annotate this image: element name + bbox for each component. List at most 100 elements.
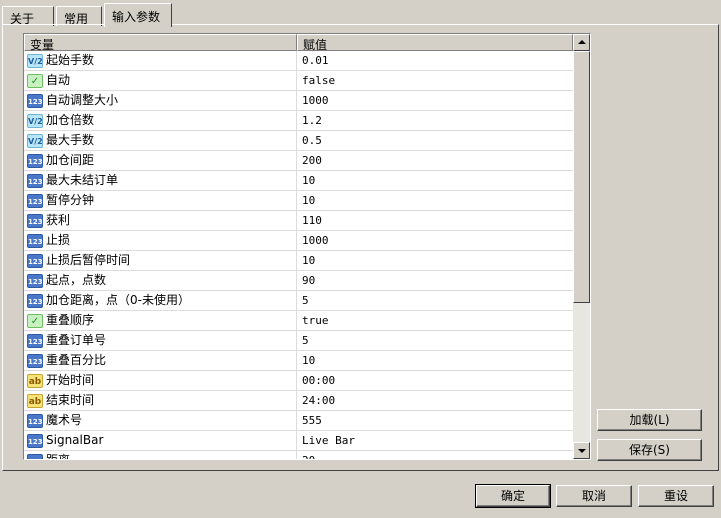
parameters-list[interactable]: 变量 赋值 V/2 起始手数 0.01 ✓ 自动 false 123 自动调整大小 1000 V/… [23,33,591,460]
table-row[interactable]: 123 加仓距离，点（0-未使用） 5 [24,291,573,311]
variable-cell[interactable]: ✓ 重叠顺序 [24,311,297,330]
value-cell[interactable]: 0.5 [297,131,573,150]
value-cell[interactable]: 24:00 [297,391,573,410]
variable-cell[interactable]: 123 重叠百分比 [24,351,297,370]
variable-cell[interactable]: 123 起点，点数 [24,271,297,290]
value-cell[interactable]: 10 [297,251,573,270]
str-type-icon: ab [27,393,43,408]
column-header-variable[interactable]: 变量 [24,34,297,52]
value-cell[interactable]: 110 [297,211,573,230]
value-cell[interactable]: 1000 [297,231,573,250]
bool-type-icon: ✓ [27,313,43,328]
inputs-panel: 变量 赋值 V/2 起始手数 0.01 ✓ 自动 false 123 自动调整大小 1000 V/… [2,24,719,471]
ok-button[interactable]: 确定 [475,484,551,508]
value-cell[interactable]: 10 [297,351,573,370]
value-cell[interactable]: true [297,311,573,330]
value-cell[interactable]: 00:00 [297,371,573,390]
cancel-button[interactable]: 取消 [556,485,632,507]
table-row[interactable]: ab 结束时间 24:00 [24,391,573,411]
table-row[interactable]: 123 止损后暂停时间 10 [24,251,573,271]
int-type-icon: 123 [27,433,43,448]
table-row[interactable]: 123 魔术号 555 [24,411,573,431]
column-header-value[interactable]: 赋值 [297,34,573,52]
tab-common[interactable]: 常用 [56,6,102,26]
variable-cell[interactable]: 123 魔术号 [24,411,297,430]
int-type-icon: 123 [27,213,43,228]
table-row[interactable]: ✓ 自动 false [24,71,573,91]
variable-cell[interactable]: V/2 最大手数 [24,131,297,150]
value-cell[interactable]: 10 [297,171,573,190]
table-row[interactable]: V/2 加仓倍数 1.2 [24,111,573,131]
table-row[interactable]: 123距离20 [24,451,573,460]
variable-cell[interactable]: 123 重叠订单号 [24,331,297,350]
table-row[interactable]: 123 暂停分钟 10 [24,191,573,211]
variable-cell[interactable]: ✓ 自动 [24,71,297,90]
bool-type-icon: ✓ [27,73,43,88]
table-row[interactable]: 123 最大未结订单 10 [24,171,573,191]
table-row[interactable]: 123 止损 1000 [24,231,573,251]
variable-cell[interactable]: 123距离 [24,451,297,460]
table-row[interactable]: ✓ 重叠顺序 true [24,311,573,331]
value-cell[interactable]: 0.01 [297,51,573,70]
load-button[interactable]: 加载(L) [597,409,702,431]
table-row[interactable]: ab 开始时间 00:00 [24,371,573,391]
variable-cell[interactable]: 123 加仓距离，点（0-未使用） [24,291,297,310]
variable-name: 暂停分钟 [46,193,95,207]
variable-cell[interactable]: ab 开始时间 [24,371,297,390]
scroll-up-button[interactable] [573,34,590,51]
variable-name: 重叠百分比 [46,353,107,367]
variable-name: 重叠顺序 [46,313,95,327]
tab-about[interactable]: 关于 [2,6,54,26]
reset-button[interactable]: 重设 [638,485,714,507]
table-row[interactable]: 123 SignalBar Live Bar [24,431,573,451]
value-cell[interactable]: 555 [297,411,573,430]
table-row[interactable]: 123 起点，点数 90 [24,271,573,291]
scroll-down-button[interactable] [573,442,590,459]
variable-cell[interactable]: 123 SignalBar [24,431,297,450]
scroll-thumb[interactable] [573,51,590,303]
table-row[interactable]: 123 重叠百分比 10 [24,351,573,371]
table-row[interactable]: V/2 起始手数 0.01 [24,51,573,71]
variable-name: 自动 [46,73,71,87]
variable-cell[interactable]: ab 结束时间 [24,391,297,410]
variable-cell[interactable]: 123 自动调整大小 [24,91,297,110]
variable-name: 加仓间距 [46,153,95,167]
variable-cell[interactable]: V/2 起始手数 [24,51,297,70]
value-cell[interactable]: false [297,71,573,90]
table-row[interactable]: 123 加仓间距 200 [24,151,573,171]
int-type-icon: 123 [27,153,43,168]
variable-cell[interactable]: 123 获利 [24,211,297,230]
variable-cell[interactable]: 123 暂停分钟 [24,191,297,210]
variable-cell[interactable]: 123 加仓间距 [24,151,297,170]
variable-cell[interactable]: 123 最大未结订单 [24,171,297,190]
value-cell[interactable]: 200 [297,151,573,170]
value-cell[interactable]: 1.2 [297,111,573,130]
table-row[interactable]: 123 重叠订单号 5 [24,331,573,351]
value-cell[interactable]: 5 [297,291,573,310]
tab-inputs[interactable]: 输入参数 [104,3,172,27]
variable-cell[interactable]: 123 止损 [24,231,297,250]
table-row[interactable]: 123 自动调整大小 1000 [24,91,573,111]
variable-cell[interactable]: 123 止损后暂停时间 [24,251,297,270]
variable-name: 结束时间 [46,393,95,407]
value-cell[interactable]: 5 [297,331,573,350]
save-button[interactable]: 保存(S) [597,439,702,461]
variable-name: 自动调整大小 [46,93,119,107]
vertical-scrollbar[interactable] [573,34,590,459]
int-type-icon: 123 [27,293,43,308]
arrow-up-icon [578,40,586,44]
variable-name: 起始手数 [46,53,95,67]
table-row[interactable]: 123 获利 110 [24,211,573,231]
variable-cell[interactable]: V/2 加仓倍数 [24,111,297,130]
variable-name: 重叠订单号 [46,333,107,347]
value-cell[interactable]: Live Bar [297,431,573,450]
value-cell[interactable]: 10 [297,191,573,210]
int-type-icon: 123 [27,413,43,428]
value-cell[interactable]: 20 [297,451,573,459]
value-cell[interactable]: 90 [297,271,573,290]
variable-name: 距离 [46,453,71,460]
list-header: 变量 赋值 [24,34,573,52]
table-row[interactable]: V/2 最大手数 0.5 [24,131,573,151]
value-cell[interactable]: 1000 [297,91,573,110]
int-type-icon: 123 [27,173,43,188]
